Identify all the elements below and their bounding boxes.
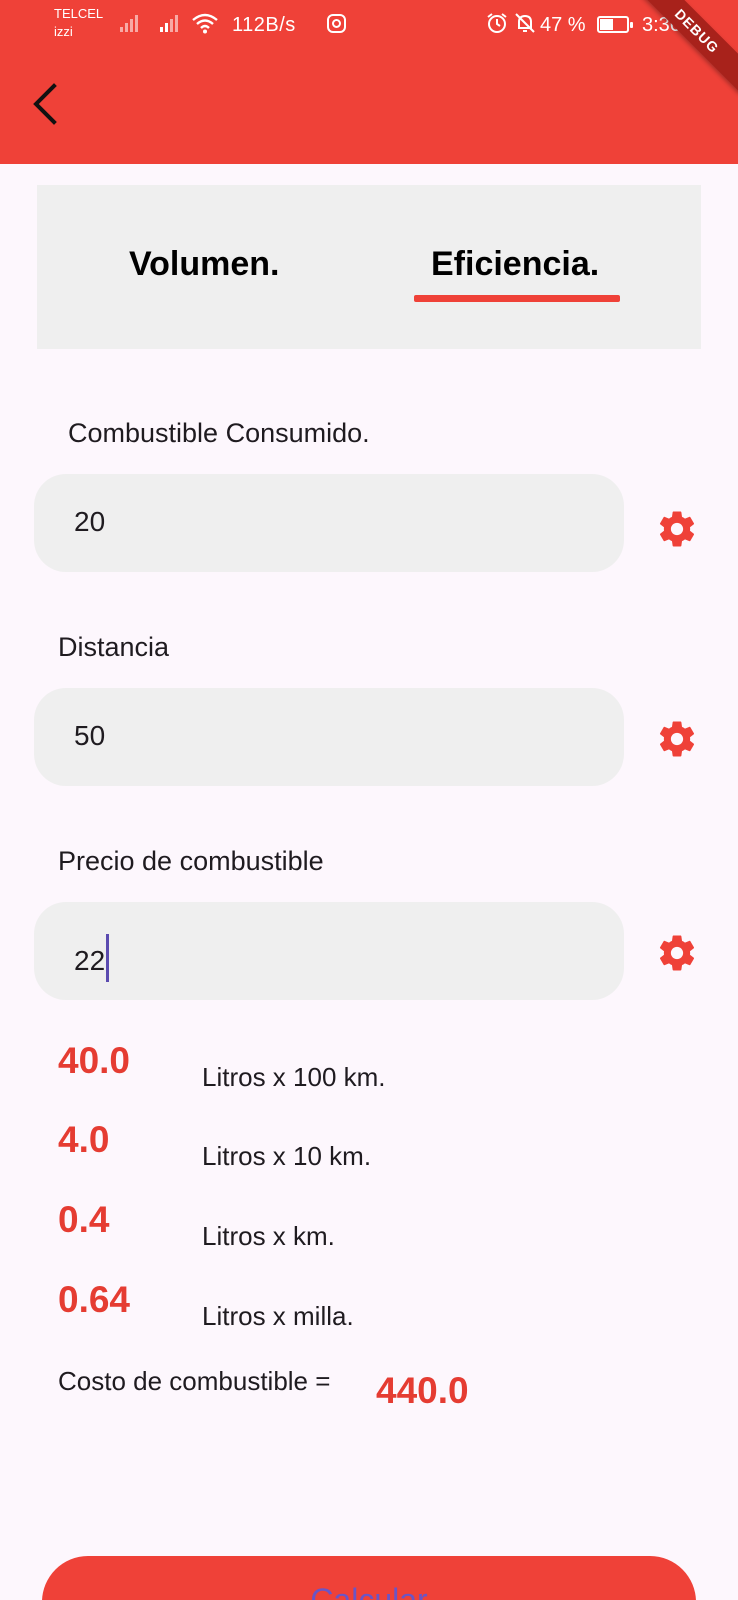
signal-icon (160, 14, 182, 32)
calculate-button-label: Calcular (310, 1582, 428, 1600)
result-value: 0.64 (58, 1279, 131, 1320)
result-unit: Litros x 100 km. (202, 1062, 386, 1092)
result-value: 4.0 (58, 1119, 110, 1160)
signal-icon (120, 14, 142, 32)
battery-icon (597, 16, 633, 33)
distance-value: 50 (74, 720, 106, 751)
gear-icon[interactable] (656, 932, 698, 974)
status-bar: TELCEL izzi 112B/s 47 % 3:36 (0, 0, 738, 52)
fuel-consumed-label: Combustible Consumido. (68, 418, 370, 448)
fuel-price-text: 22 (74, 945, 106, 976)
wifi-icon (192, 13, 218, 34)
calculate-button[interactable]: Calcular (42, 1556, 696, 1600)
instagram-icon (327, 14, 346, 33)
gear-icon[interactable] (656, 508, 698, 550)
tab-volumen[interactable]: Volumen. (129, 245, 280, 284)
result-unit: Litros x 10 km. (202, 1141, 372, 1171)
fuel-cost-value: 440.0 (376, 1370, 469, 1411)
bell-off-icon (515, 13, 535, 33)
network-speed: 112B/s (232, 14, 296, 36)
tab-indicator (414, 295, 620, 302)
result-value: 0.4 (58, 1199, 110, 1240)
carrier-info: TELCEL izzi (54, 7, 103, 39)
fuel-price-value: 22 (74, 934, 110, 982)
carrier-name: TELCEL (54, 6, 104, 21)
gear-icon[interactable] (656, 718, 698, 760)
alarm-icon (487, 13, 507, 33)
battery-percent: 47 % (540, 14, 586, 36)
fuel-consumed-input[interactable]: 20 (34, 474, 624, 572)
result-unit: Litros x milla. (202, 1301, 354, 1331)
distance-label: Distancia (58, 632, 170, 662)
fuel-price-label: Precio de combustible (58, 846, 324, 876)
tab-eficiencia[interactable]: Eficiencia. (431, 245, 599, 284)
fuel-consumed-value: 20 (74, 506, 106, 537)
result-value: 40.0 (58, 1040, 131, 1081)
carrier-secondary: izzi (54, 24, 73, 39)
result-unit: Litros x km. (202, 1221, 335, 1251)
fuel-cost-label: Costo de combustible = (58, 1366, 331, 1396)
distance-input[interactable]: 50 (34, 688, 624, 786)
fuel-price-input[interactable]: 22 (34, 902, 624, 1000)
tab-bar: Volumen. Eficiencia. (37, 185, 701, 349)
back-arrow-icon[interactable] (22, 80, 66, 128)
app-screen: TELCEL izzi 112B/s 47 % 3:36 DEBUG Volum… (0, 0, 738, 1600)
text-cursor (106, 934, 110, 982)
app-bar: TELCEL izzi 112B/s 47 % 3:36 (0, 0, 738, 164)
